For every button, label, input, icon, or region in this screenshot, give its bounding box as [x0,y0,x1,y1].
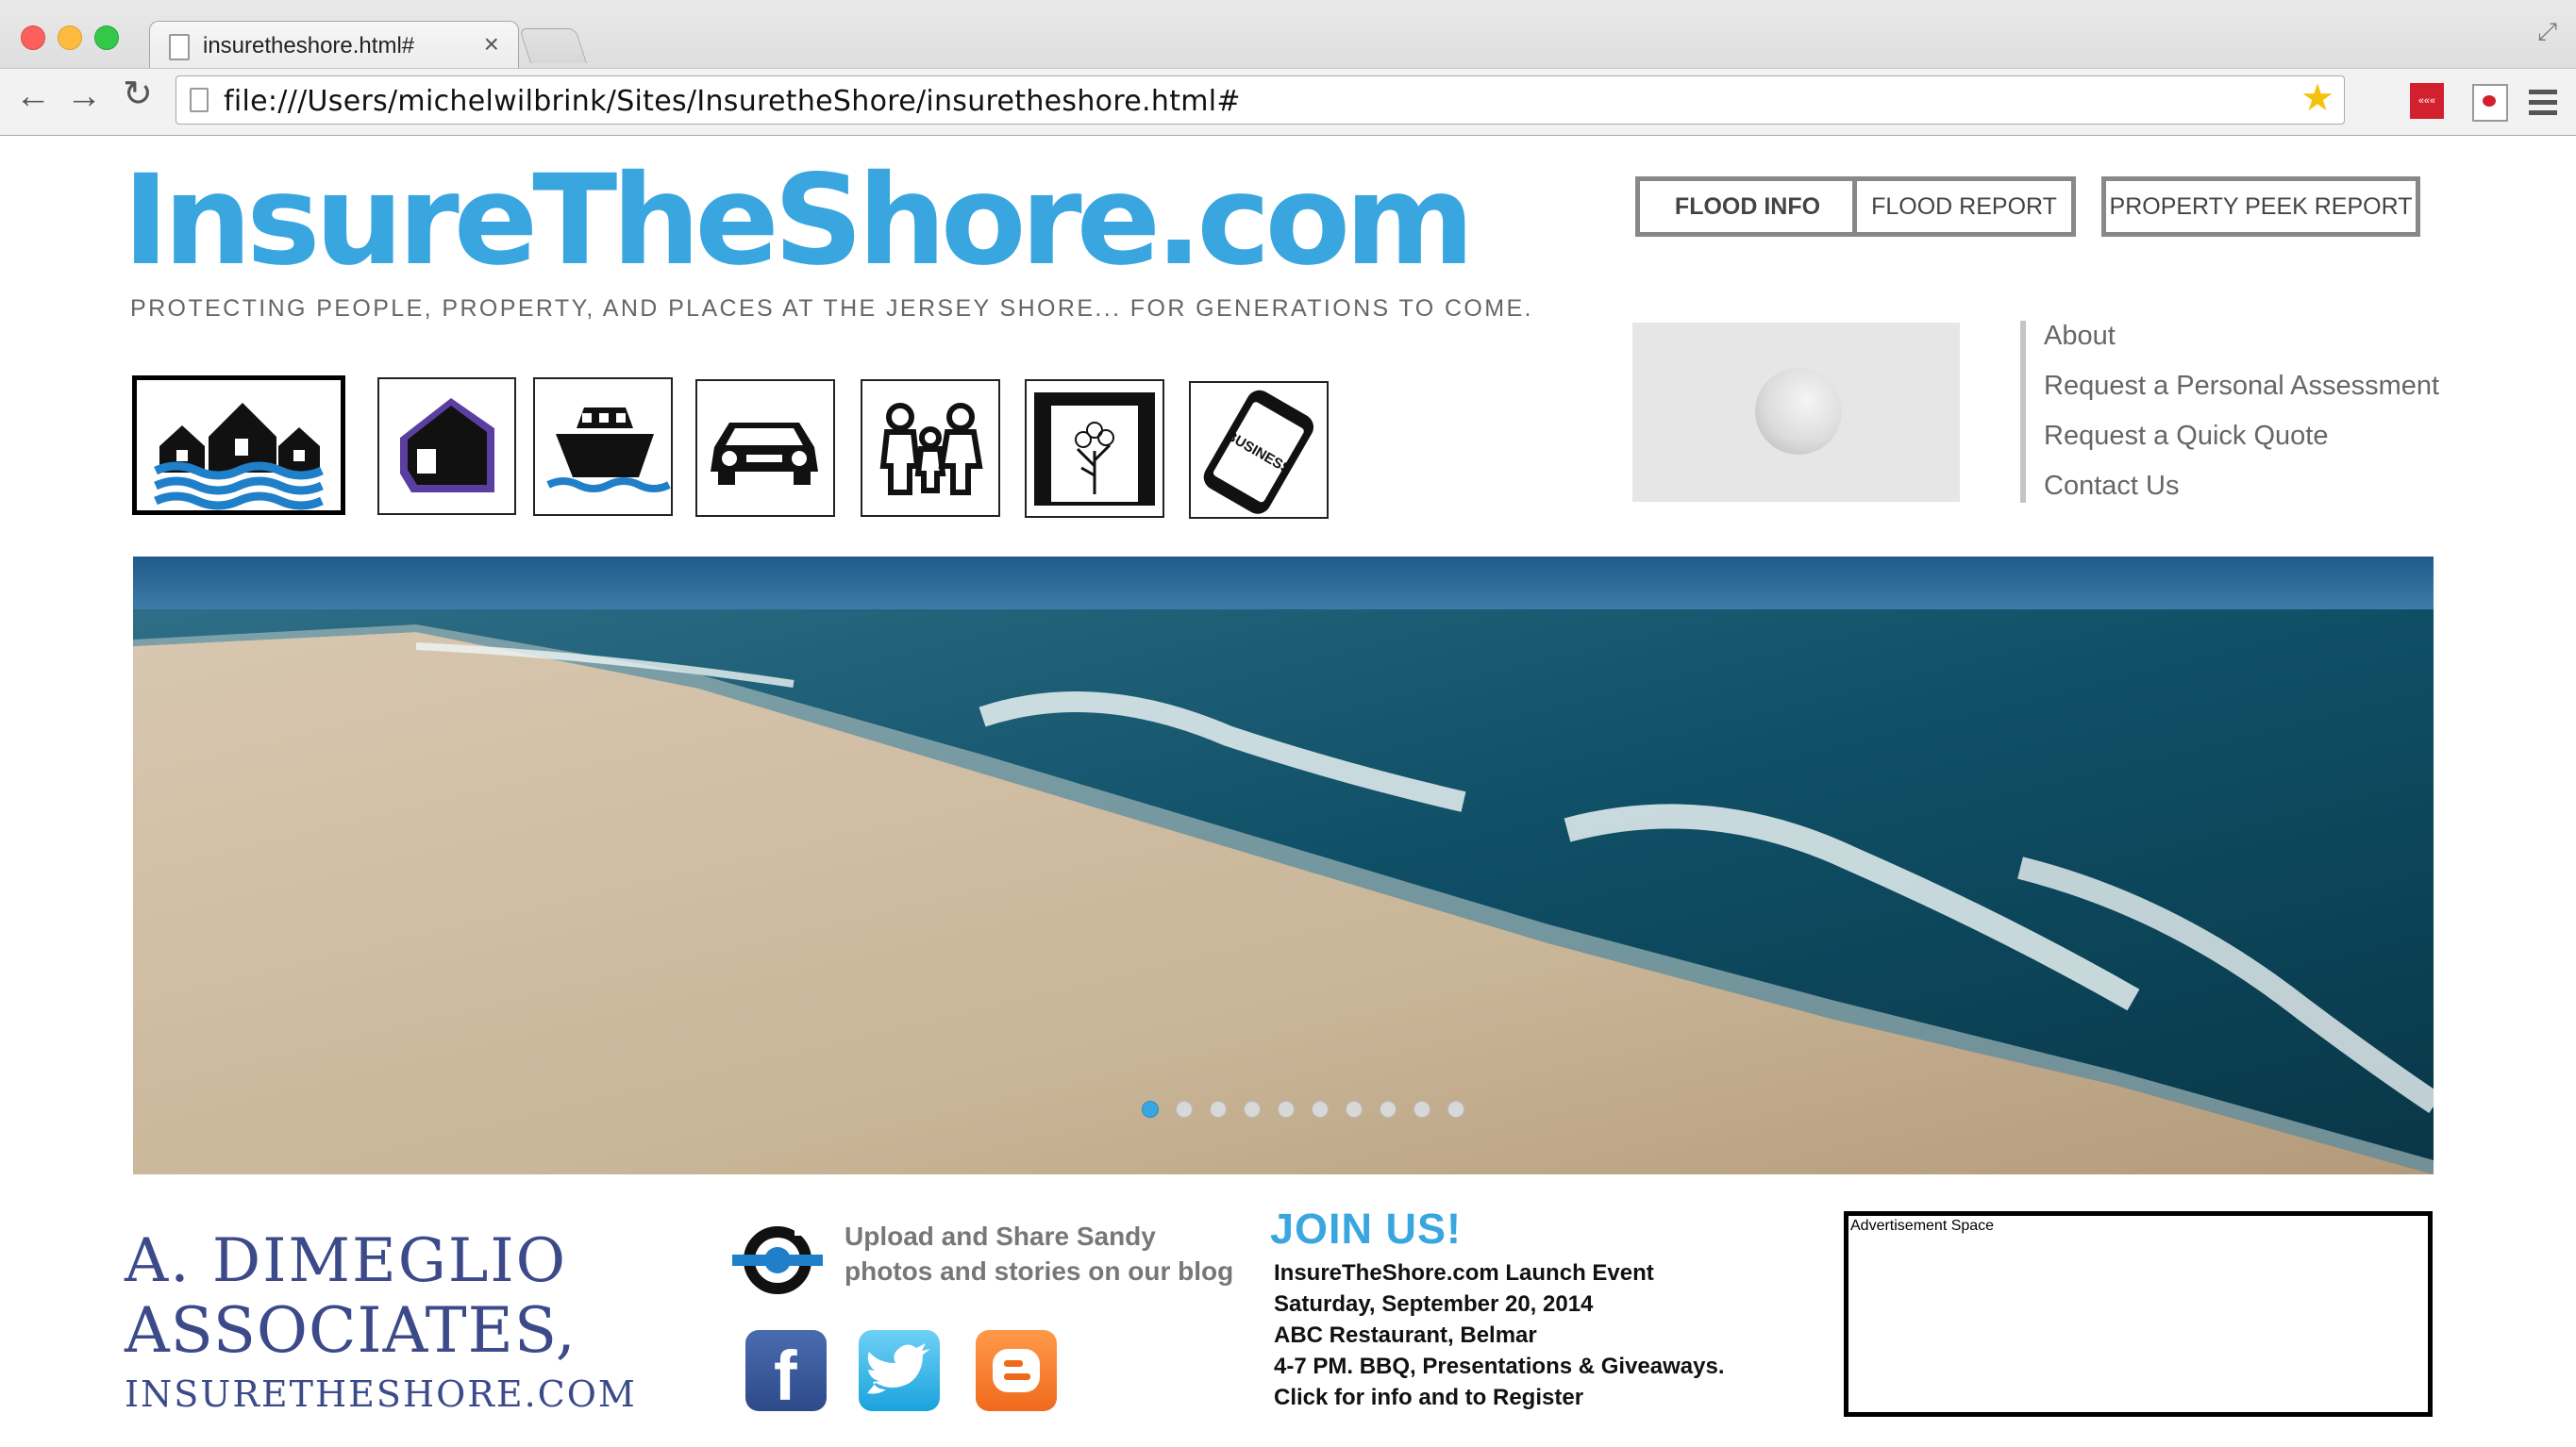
fullscreen-icon[interactable]: ⤢ [2537,17,2557,47]
tab-close-icon[interactable]: × [484,29,499,59]
flood-info-button[interactable]: FLOOD INFO [1635,176,1860,237]
browser-menu-icon[interactable] [2529,90,2557,121]
blog-camera-icon [732,1222,823,1294]
slide-dot[interactable] [1142,1101,1159,1118]
bookmark-star-icon[interactable]: ★ [2300,76,2334,120]
join-us-heading[interactable]: JOIN US! [1270,1205,1462,1254]
twitter-icon[interactable] [859,1330,940,1411]
page-icon [169,34,190,60]
category-home-tile[interactable] [377,377,516,515]
browser-chrome: insuretheshore.html# × ⤢ ← → ↻ file:///U… [0,0,2576,136]
slide-dot[interactable] [1312,1101,1329,1118]
facebook-icon[interactable]: f [745,1330,827,1415]
adi-name-line1[interactable]: A. DIMEGLIO [125,1226,567,1296]
forward-arrow-icon[interactable]: → [66,78,102,114]
blogger-icon[interactable] [976,1330,1057,1411]
video-placeholder[interactable] [1632,323,1960,502]
adi-website[interactable]: INSURETHESHORE.COM [125,1373,637,1415]
slide-dot[interactable] [1346,1101,1363,1118]
slide-dot[interactable] [1210,1101,1227,1118]
event-register-link[interactable]: Click for info and to Register [1274,1385,1583,1411]
browser-toolbar: ← → ↻ file:///Users/michelwilbrink/Sites… [0,68,2576,135]
reload-icon[interactable]: ↻ [123,76,153,112]
category-life-tile[interactable] [861,379,1000,517]
address-bar-url[interactable]: file:///Users/michelwilbrink/Sites/Insur… [224,85,1241,118]
business-phone-icon: BUSINESS [1203,390,1314,514]
new-tab-button[interactable] [518,28,588,63]
slide-dot[interactable] [1447,1101,1464,1118]
advertisement-box[interactable]: Advertisement Space [1844,1211,2433,1417]
beach-photo [133,557,2434,1174]
extension-pocket-icon[interactable] [2472,84,2508,122]
side-menu-divider [2020,321,2026,503]
zoom-window-button[interactable] [94,25,119,50]
category-boat-tile[interactable] [533,377,673,516]
event-location: ABC Restaurant, Belmar [1274,1322,1537,1348]
side-link-about[interactable]: About [2044,321,2116,352]
slide-dot[interactable] [1413,1101,1430,1118]
minimize-window-button[interactable] [58,25,82,50]
back-arrow-icon[interactable]: ← [15,78,51,114]
tree-icon [1034,392,1155,506]
flood-report-button[interactable]: FLOOD REPORT [1852,176,2076,237]
site-tagline: PROTECTING PEOPLE, PROPERTY, AND PLACES … [130,295,1533,322]
address-bar[interactable]: file:///Users/michelwilbrink/Sites/Insur… [176,75,2345,125]
page-icon [190,88,209,112]
loading-spinner-icon [1755,368,1842,455]
adi-name-line2[interactable]: ASSOCIATES, [125,1294,577,1367]
close-window-button[interactable] [21,25,45,50]
category-auto-tile[interactable] [695,379,835,517]
car-icon [711,423,818,485]
boat-icon [546,407,671,492]
slide-dot[interactable] [1244,1101,1261,1118]
hero-slideshow[interactable] [133,557,2434,1174]
blog-upload-line1[interactable]: Upload and Share Sandy [845,1222,1156,1252]
extension-red-icon[interactable]: ««« [2410,83,2444,119]
category-property-tile[interactable] [1025,379,1164,518]
category-business-tile[interactable]: BUSINESS [1189,381,1329,519]
tab-title: insuretheshore.html# [203,33,415,58]
home-icon [400,398,494,492]
browser-tab[interactable]: insuretheshore.html# × [149,21,519,69]
event-details: 4-7 PM. BBQ, Presentations & Giveaways. [1274,1354,1725,1379]
slide-dot[interactable] [1176,1101,1193,1118]
blog-upload-line2[interactable]: photos and stories on our blog [845,1256,1233,1287]
flood-houses-icon [154,403,324,510]
slide-dot[interactable] [1278,1101,1295,1118]
family-icon [879,403,983,495]
property-peek-report-button[interactable]: PROPERTY PEEK REPORT [2101,176,2420,237]
side-link-quick-quote[interactable]: Request a Quick Quote [2044,421,2328,452]
site-logo[interactable]: InsureTheShore.com [123,158,1475,283]
advertisement-label: Advertisement Space [1850,1218,1995,1234]
event-date: Saturday, September 20, 2014 [1274,1291,1594,1317]
slide-dot[interactable] [1380,1101,1397,1118]
side-link-personal-assessment[interactable]: Request a Personal Assessment [2044,371,2439,402]
event-title[interactable]: InsureTheShore.com Launch Event [1274,1260,1654,1287]
category-flood-tile[interactable] [132,375,345,515]
side-link-contact-us[interactable]: Contact Us [2044,471,2179,502]
